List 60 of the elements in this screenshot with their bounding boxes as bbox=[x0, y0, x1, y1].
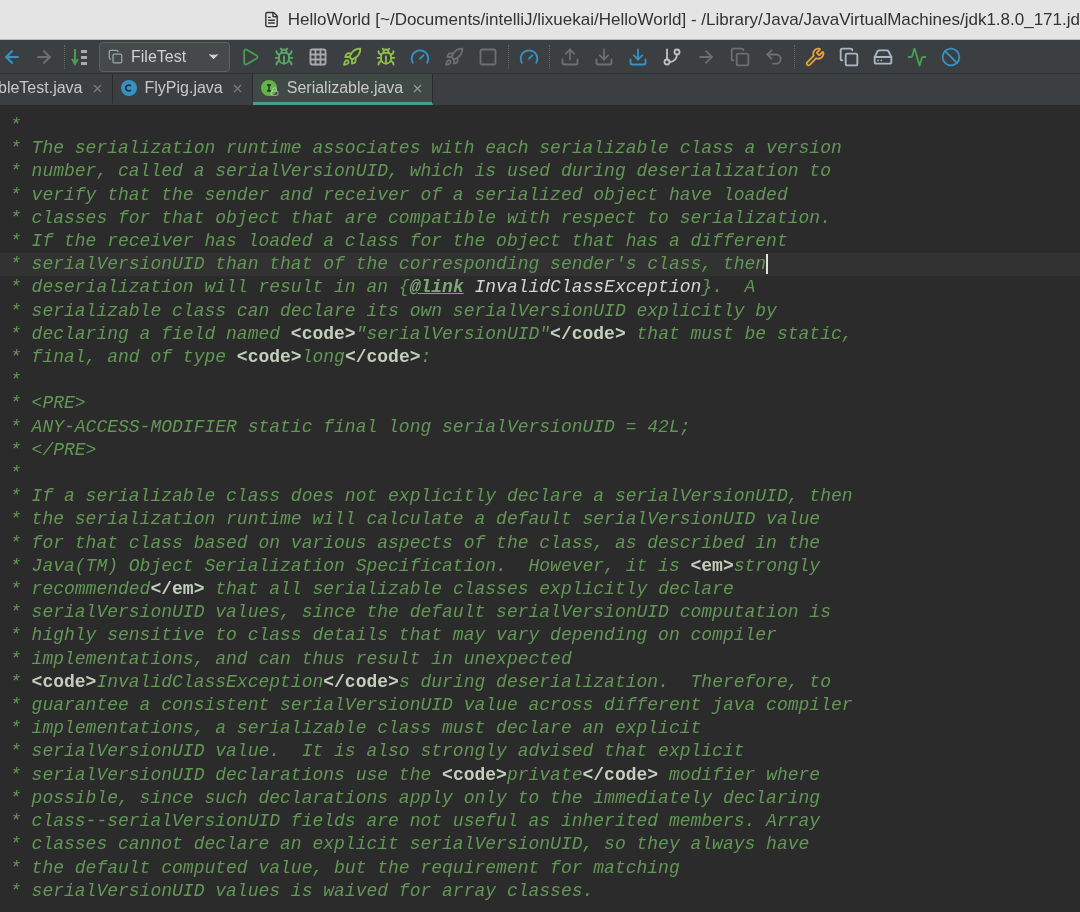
code-line: * serialVersionUID value. It is also strongly advised that explicit bbox=[9, 740, 746, 764]
bug-icon[interactable] bbox=[376, 46, 397, 67]
code-line: * class--serialVersionUID fields are not useful as inherited members. Array bbox=[9, 810, 822, 834]
code-line: * the serialization runtime will calculate a default serialVersionUID value bbox=[9, 508, 822, 532]
stop-icon[interactable] bbox=[478, 46, 499, 67]
window-title: HelloWorld [~/Documents/intelliJ/lixuekai/HelloWorld] - /Library/Java/JavaVirtualMachines/jdk1.8.0_171.jd bbox=[287, 8, 1080, 31]
code-line: * bbox=[9, 114, 22, 137]
document-icon bbox=[262, 11, 280, 28]
run-config-dropdown[interactable]: FileTest bbox=[99, 41, 231, 72]
code-line: * serialVersionUID declarations use the <code>private</code> modifier where bbox=[9, 763, 822, 787]
gauge-icon[interactable] bbox=[410, 46, 431, 67]
activity-icon[interactable] bbox=[907, 46, 928, 67]
code-line: * implementations, and can thus result in unexpected bbox=[9, 647, 573, 671]
code-line: * final, and of type <code>long</code>: bbox=[9, 346, 433, 370]
code-line: * The serialization runtime associates with each serializable class a version bbox=[9, 137, 843, 161]
code-line: * bbox=[9, 369, 22, 393]
class-icon bbox=[120, 80, 137, 96]
code-line: * possible, since such declarations apply only to the immediately declaring bbox=[9, 786, 822, 810]
code-line: * number, called a serialVersionUID, which is used during deserialization to bbox=[9, 160, 832, 184]
code-line: * deserialization will result in an {@link InvalidClassException}. A bbox=[9, 276, 757, 300]
code-line: * classes cannot declare an explicit serialVersionUID, so they always have bbox=[9, 833, 811, 857]
download-icon[interactable] bbox=[594, 46, 615, 67]
code-line: * classes for that object that are compatible with respect to serialization. bbox=[9, 206, 832, 230]
play-icon[interactable] bbox=[240, 46, 261, 67]
code-line: * Java(TM) Object Serialization Specification. However, it is <em>strongly bbox=[9, 554, 822, 578]
branch-icon[interactable] bbox=[662, 46, 683, 67]
code-line: * guarantee a consistent serialVersionUID value across different java compiler bbox=[9, 694, 854, 718]
code-line: * ANY-ACCESS-MODIFIER static final long serialVersionUID = 42L; bbox=[9, 415, 692, 439]
drive-icon[interactable] bbox=[873, 46, 894, 67]
code-line: * </PRE> bbox=[9, 438, 98, 462]
code-line: * serialVersionUID values, since the default serialVersionUID computation is bbox=[9, 601, 832, 625]
window-stack-icon bbox=[108, 49, 123, 64]
code-line: * If the receiver has loaded a class for the object that has a different bbox=[9, 230, 789, 253]
copy-icon[interactable] bbox=[839, 46, 860, 67]
upload-icon[interactable] bbox=[560, 46, 581, 67]
code-line: * for that class based on various aspects of the class, as described in the bbox=[9, 531, 822, 555]
sort-icon bbox=[71, 46, 89, 67]
ban-icon[interactable] bbox=[941, 46, 962, 67]
grid-icon[interactable] bbox=[308, 46, 329, 67]
code-line: * recommended</em> that all serializable classes explicitly declare bbox=[9, 578, 735, 602]
code-line: * serialVersionUID values is waived for array classes. bbox=[9, 879, 595, 903]
code-line: * <code>InvalidClassException</code>s during deserialization. Therefore, to bbox=[9, 670, 832, 694]
bug-icon[interactable] bbox=[274, 46, 295, 67]
code-line: * serializable class can declare its own serialVersionUID explicitly by bbox=[9, 299, 778, 323]
interface-lock-icon bbox=[260, 80, 279, 96]
code-line: * <PRE> bbox=[9, 392, 87, 416]
download-icon[interactable] bbox=[628, 46, 649, 67]
code-line: * bbox=[9, 462, 22, 486]
code-line: * verify that the sender and receiver of a serialized object have loaded bbox=[9, 183, 789, 207]
wrench-icon[interactable] bbox=[805, 46, 826, 67]
editor-tab[interactable]: FlyPig.java bbox=[112, 74, 253, 105]
rocket-icon[interactable] bbox=[444, 46, 465, 67]
code-line: * the default computed value, but the requirement for matching bbox=[9, 856, 681, 880]
gauge-icon[interactable] bbox=[519, 46, 540, 67]
code-line: * implementations, a serializable class must declare an explicit bbox=[9, 717, 703, 741]
code-line: * If a serializable class does not explicitly declare a serialVersionUID, then bbox=[9, 485, 854, 509]
rocket-icon[interactable] bbox=[342, 46, 363, 67]
code-line: * highly sensitive to class details that may vary depending on compiler bbox=[9, 624, 778, 648]
code-line: * declaring a field named <code>"serialVersionUID"</code> that must be static, bbox=[9, 322, 854, 346]
editor-tab[interactable]: Serializable.java bbox=[252, 74, 434, 105]
